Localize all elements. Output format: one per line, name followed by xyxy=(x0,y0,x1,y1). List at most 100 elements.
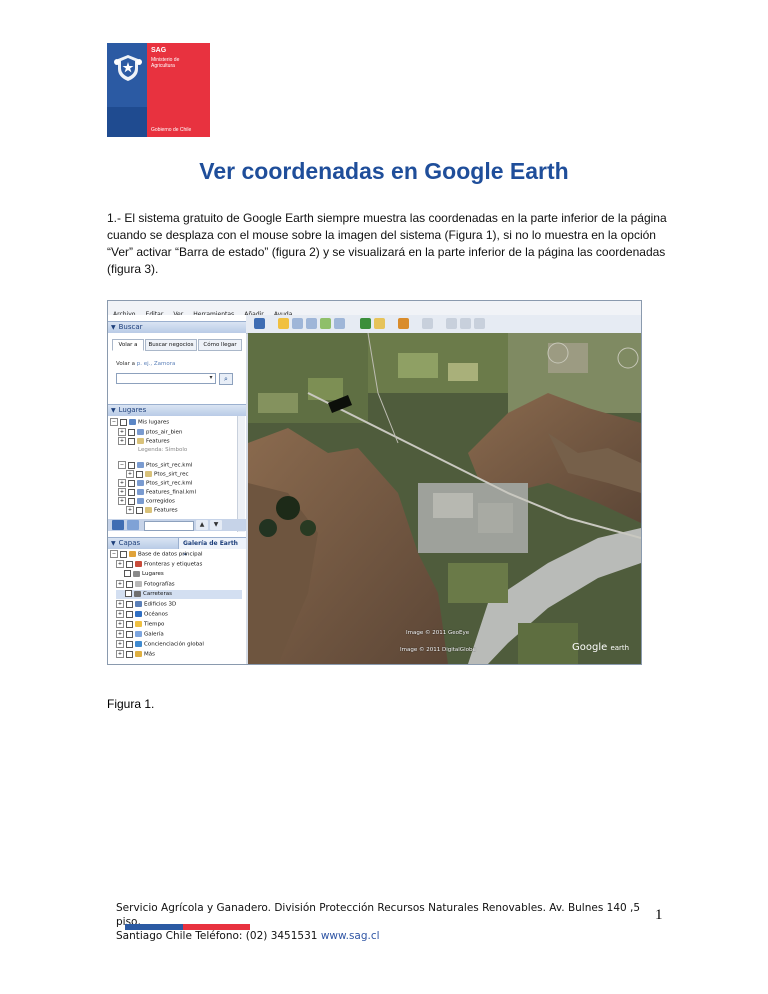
email-icon[interactable] xyxy=(446,318,457,329)
list-item[interactable]: + Fronteras y etiquetas xyxy=(116,560,202,569)
collapse-icon[interactable]: − xyxy=(110,418,118,426)
expand-icon[interactable]: + xyxy=(118,479,126,487)
checkbox[interactable] xyxy=(126,560,133,568)
list-item[interactable]: − Ptos_sirt_rec.kml xyxy=(118,461,192,470)
tab-como-llegar[interactable]: Cómo llegar xyxy=(198,339,242,351)
ruler-icon[interactable] xyxy=(422,318,433,329)
list-item[interactable]: + Océanos xyxy=(116,610,168,619)
checkbox[interactable] xyxy=(126,640,133,648)
tab-buscar-negocios[interactable]: Buscar negocios xyxy=(145,339,197,351)
expand-icon[interactable]: + xyxy=(126,470,134,478)
list-item-legend: Legenda: Símbolo xyxy=(138,447,188,453)
chevron-down-icon[interactable]: ▾ xyxy=(207,374,215,382)
planets-icon[interactable] xyxy=(398,318,409,329)
checkbox[interactable] xyxy=(126,620,133,628)
list-item-label: Fronteras y etiquetas xyxy=(144,561,203,568)
lugares-panel-header[interactable]: ▼ Lugares xyxy=(108,404,246,416)
expand-icon[interactable]: + xyxy=(116,610,124,618)
checkbox[interactable] xyxy=(128,479,135,487)
view-in-maps-icon[interactable] xyxy=(474,318,485,329)
image-overlay-icon[interactable] xyxy=(320,318,331,329)
polygon-icon[interactable] xyxy=(292,318,303,329)
expand-icon[interactable]: + xyxy=(118,437,126,445)
move-up-icon[interactable]: ▲ xyxy=(196,520,208,530)
checkbox[interactable] xyxy=(136,470,143,478)
buildings-icon xyxy=(135,601,142,607)
list-item-label: Ptos_sirt_rec.kml xyxy=(146,462,193,469)
collapse-arrow-icon: ▼ xyxy=(111,540,116,547)
tab-volar-a[interactable]: Volar a xyxy=(112,339,144,351)
fly-to-input[interactable] xyxy=(116,373,216,384)
move-down-icon[interactable]: ▼ xyxy=(210,520,222,530)
checkbox[interactable] xyxy=(126,650,133,658)
print-icon[interactable] xyxy=(460,318,471,329)
list-item[interactable]: Lugares xyxy=(124,570,164,579)
list-item[interactable]: + Ptos_sirt_rec xyxy=(126,470,189,479)
checkbox[interactable] xyxy=(128,461,135,469)
lugares-title: Lugares xyxy=(118,406,147,414)
checkbox[interactable] xyxy=(128,428,135,436)
collapse-icon[interactable]: − xyxy=(110,550,118,558)
checkbox[interactable] xyxy=(125,590,132,597)
path-icon[interactable] xyxy=(306,318,317,329)
capas-panel-header[interactable]: ▼ Capas Galería de Earth » xyxy=(108,537,246,558)
collapse-icon[interactable]: − xyxy=(118,461,126,469)
list-item-label: Carreteras xyxy=(143,591,172,597)
list-item[interactable]: − Base de datos principal xyxy=(110,550,202,559)
checkbox[interactable] xyxy=(126,630,133,638)
checkbox[interactable] xyxy=(128,437,135,445)
list-item[interactable]: + corregidos xyxy=(118,497,175,506)
footer-contact: Santiago Chile Teléfono: (02) 3451531 xyxy=(116,930,318,942)
record-tour-icon[interactable] xyxy=(334,318,345,329)
list-item[interactable]: + Features_final.kml xyxy=(118,488,196,497)
checkbox[interactable] xyxy=(124,570,131,577)
sunlight-icon[interactable] xyxy=(374,318,385,329)
expand-icon[interactable]: + xyxy=(126,506,134,514)
checkbox[interactable] xyxy=(128,488,135,496)
expand-icon[interactable]: + xyxy=(118,428,126,436)
footer-website-link[interactable]: www.sag.cl xyxy=(321,930,380,942)
sidebar-toggle-icon[interactable] xyxy=(254,318,265,329)
checkbox[interactable] xyxy=(126,600,133,608)
expand-icon[interactable]: + xyxy=(116,560,124,568)
checkbox[interactable] xyxy=(120,550,127,558)
expand-icon[interactable]: + xyxy=(116,600,124,608)
checkbox[interactable] xyxy=(126,580,133,588)
list-item[interactable]: + Concienciación global xyxy=(116,640,204,649)
list-item[interactable]: + Edificios 3D xyxy=(116,600,176,609)
expand-icon[interactable]: + xyxy=(116,640,124,648)
galeria-earth-tab[interactable]: Galería de Earth » xyxy=(178,538,246,558)
checkbox[interactable] xyxy=(128,497,135,505)
search-button[interactable]: ⌕ xyxy=(219,373,233,385)
list-item[interactable]: − Mis lugares xyxy=(110,418,169,427)
sag-logo: SAG Ministerio de Agricultura Gobierno d… xyxy=(107,43,210,137)
list-item[interactable]: + Más xyxy=(116,650,155,659)
list-item[interactable]: + Features xyxy=(126,506,178,515)
satellite-map[interactable] xyxy=(248,333,641,664)
expand-icon[interactable]: + xyxy=(118,488,126,496)
checkbox[interactable] xyxy=(126,610,133,618)
page-number: 1 xyxy=(655,907,663,923)
checkbox[interactable] xyxy=(120,418,127,426)
list-item[interactable]: + Tiempo xyxy=(116,620,164,629)
lugares-scrollbar[interactable] xyxy=(237,416,245,532)
list-item[interactable]: + Fotografías xyxy=(116,580,175,589)
search-places-icon[interactable] xyxy=(112,520,124,530)
footer-bar-blue xyxy=(125,924,183,930)
expand-icon[interactable]: + xyxy=(116,650,124,658)
historical-imagery-icon[interactable] xyxy=(360,318,371,329)
checkbox[interactable] xyxy=(136,506,143,514)
list-item[interactable]: + Galería xyxy=(116,630,164,639)
list-item[interactable]: + Features xyxy=(118,437,170,446)
list-item[interactable]: Carreteras xyxy=(116,590,242,599)
expand-icon[interactable]: + xyxy=(118,497,126,505)
list-item[interactable]: + ptos_air_bien xyxy=(118,428,182,437)
expand-icon[interactable]: + xyxy=(116,620,124,628)
places-filter-input[interactable] xyxy=(144,521,194,531)
expand-icon[interactable]: + xyxy=(116,630,124,638)
expand-icon[interactable]: + xyxy=(116,580,124,588)
panel-icon[interactable] xyxy=(127,520,139,530)
placemark-icon[interactable] xyxy=(278,318,289,329)
list-item[interactable]: + Ptos_sirt_rec.kml xyxy=(118,479,192,488)
buscar-panel-header[interactable]: ▼ Buscar xyxy=(108,321,246,333)
